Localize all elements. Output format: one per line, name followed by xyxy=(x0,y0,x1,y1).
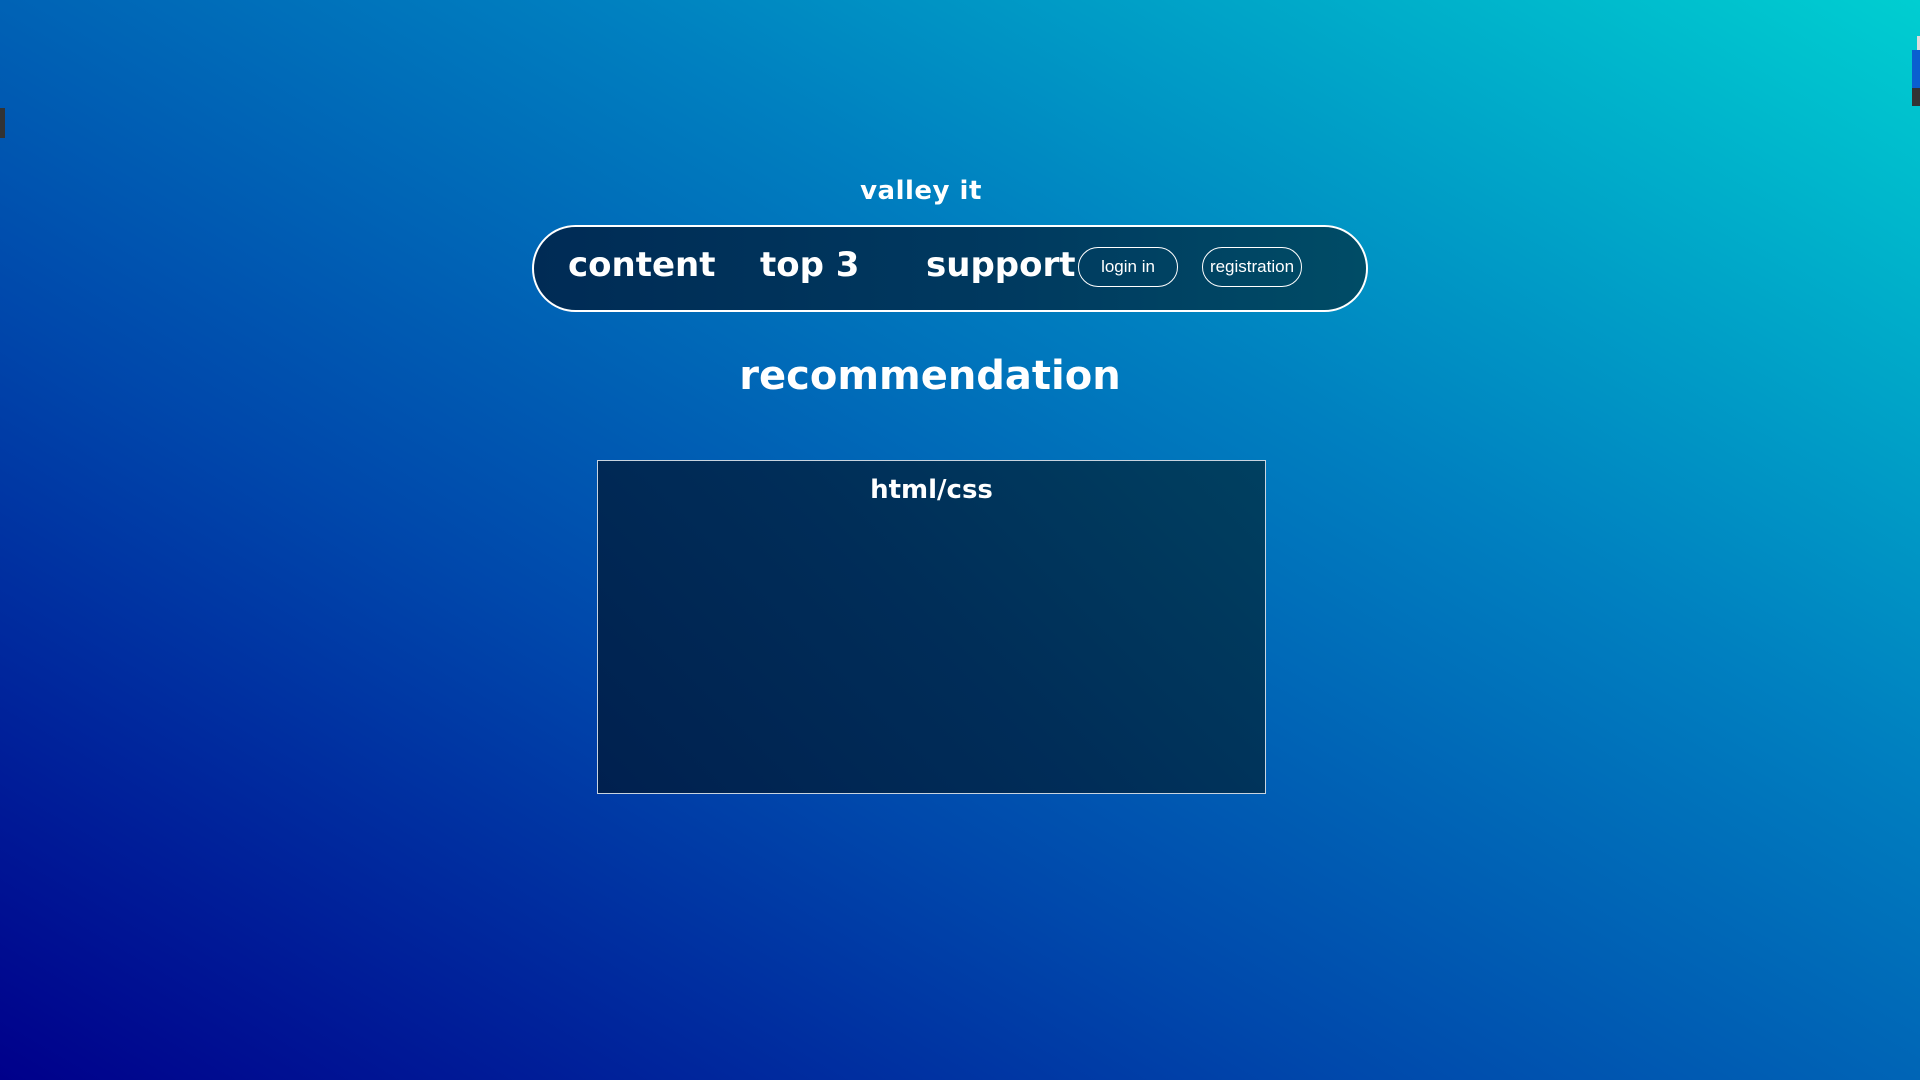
page-scrollbar[interactable] xyxy=(1912,36,1920,106)
site-title: valley it xyxy=(860,176,982,206)
main-navbar: content top 3 support login in registrat… xyxy=(532,225,1368,312)
section-title-recommendation: recommendation xyxy=(739,353,1121,399)
login-button[interactable]: login in xyxy=(1078,247,1178,287)
registration-button[interactable]: registration xyxy=(1202,247,1302,287)
card-title: html/css xyxy=(870,475,993,505)
recommendation-card[interactable]: html/css xyxy=(597,460,1266,794)
nav-link-top-3[interactable]: top 3 xyxy=(760,245,859,285)
left-edge-marker xyxy=(0,108,5,138)
nav-link-content[interactable]: content xyxy=(568,245,716,285)
scrollbar-track-bottom xyxy=(1912,88,1920,106)
scrollbar-thumb[interactable] xyxy=(1912,50,1920,88)
nav-link-support[interactable]: support xyxy=(926,245,1076,285)
